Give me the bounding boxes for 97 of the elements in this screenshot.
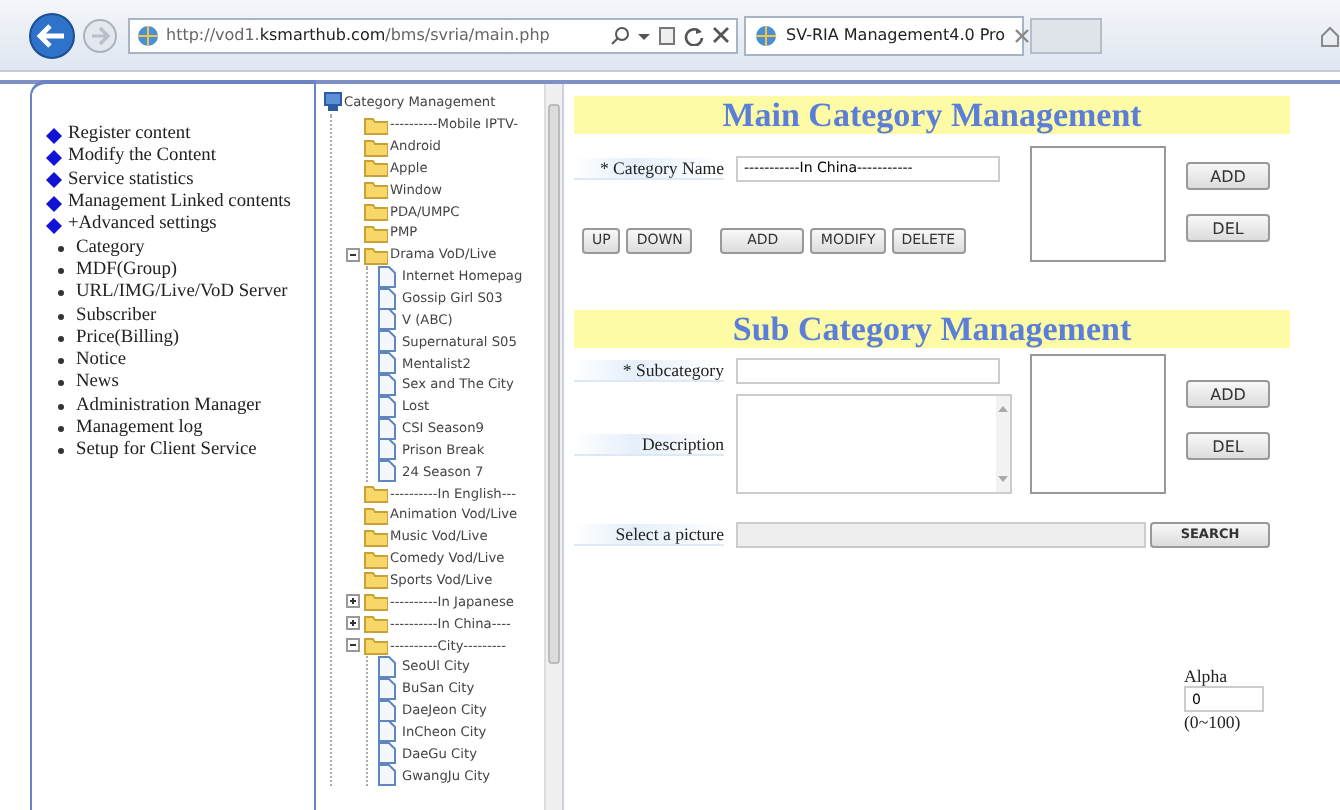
alpha-label: Alpha <box>1184 666 1227 686</box>
page-icon <box>376 742 400 765</box>
page-icon <box>376 677 400 700</box>
section-title: Sub Category Management <box>574 310 1290 348</box>
expand-icon[interactable] <box>346 594 360 609</box>
page-icon <box>376 395 400 418</box>
field-label: Select a picture <box>574 523 724 545</box>
close-icon[interactable] <box>712 26 730 44</box>
nav-link[interactable]: Category <box>76 237 145 260</box>
button[interactable]: DEL <box>1186 432 1270 460</box>
folder-icon <box>364 135 388 158</box>
button[interactable]: DEL <box>1186 214 1270 242</box>
nav-link[interactable]: News <box>76 372 119 395</box>
nav-link[interactable]: MDF(Group) <box>76 259 178 282</box>
alpha-range: (0~100) <box>1184 712 1241 732</box>
section-title: Main Category Management <box>574 96 1290 134</box>
scrollbar[interactable] <box>544 84 562 810</box>
nav-link[interactable]: +Advanced settings <box>68 214 217 237</box>
page-icon <box>376 330 400 353</box>
close-icon[interactable] <box>1013 27 1030 43</box>
folder-icon <box>364 568 388 591</box>
back-button[interactable] <box>28 11 76 59</box>
bullet-icon <box>58 380 64 387</box>
folder-icon <box>364 200 388 223</box>
page-icon[interactable] <box>658 25 676 45</box>
bullet-icon <box>58 403 64 410</box>
page-icon <box>376 352 400 375</box>
folder-icon <box>364 590 388 613</box>
nav-link[interactable]: Administration Manager <box>76 395 261 418</box>
folder-icon <box>364 178 388 201</box>
page-icon <box>376 720 400 743</box>
bullet-icon <box>58 313 64 320</box>
bullet-icon <box>58 290 64 297</box>
folder-icon <box>364 113 388 136</box>
list-box[interactable] <box>1030 146 1166 262</box>
folder-icon <box>364 243 388 266</box>
page-icon <box>376 287 400 310</box>
page-icon <box>376 308 400 331</box>
folder-icon <box>364 156 388 179</box>
bullet-icon <box>58 245 64 252</box>
folder-icon <box>364 547 388 570</box>
list-box[interactable] <box>1030 354 1166 494</box>
bullet-icon <box>58 358 64 365</box>
nav-link[interactable]: Setup for Client Service <box>76 440 257 463</box>
bullet-icon <box>58 267 64 274</box>
forward-button[interactable] <box>82 17 118 53</box>
nav-link[interactable]: Register content <box>68 124 191 147</box>
collapse-icon[interactable] <box>346 638 360 653</box>
description-field[interactable] <box>736 394 1012 494</box>
home-icon[interactable] <box>1320 23 1340 47</box>
browser-tab[interactable]: SV-RIA Management4.0 Pro <box>744 15 1024 55</box>
field-label: * Category Name <box>574 157 724 179</box>
scroll-up-icon[interactable] <box>998 404 1008 412</box>
scroll-thumb[interactable] <box>548 104 560 664</box>
collapse-icon[interactable] <box>346 247 360 262</box>
button[interactable]: ADD <box>1186 162 1270 190</box>
nav-link[interactable]: Management log <box>76 418 203 440</box>
page-icon <box>376 655 400 678</box>
nav-link[interactable]: Price(Billing) <box>76 327 180 350</box>
nav-link[interactable]: URL/IMG/Live/VoD Server <box>76 282 288 305</box>
nav-link[interactable]: Management Linked contents <box>68 192 291 215</box>
nav-link[interactable]: Service statistics <box>68 169 194 192</box>
bullet-icon <box>58 335 64 342</box>
field-label: * Subcategory <box>574 359 724 381</box>
nav-link[interactable]: Subscriber <box>76 305 157 328</box>
page-icon <box>376 460 400 483</box>
button[interactable]: ADD <box>1186 380 1270 408</box>
new-tab-button[interactable] <box>1030 17 1102 53</box>
expand-icon[interactable] <box>346 616 360 631</box>
page-icon <box>376 699 400 722</box>
url-text: http://vod1.ksmarthub.com/bms/svria/main.php <box>166 26 552 44</box>
globe-icon <box>136 23 160 47</box>
folder-icon <box>364 612 388 635</box>
folder-icon <box>364 221 388 244</box>
nav-link[interactable]: Modify the Content <box>68 146 216 169</box>
globe-icon <box>754 23 778 47</box>
page-icon <box>376 373 400 396</box>
page-icon <box>376 438 400 461</box>
folder-icon <box>364 525 388 548</box>
scroll-down-icon[interactable] <box>998 476 1008 484</box>
bullet-icon <box>58 426 64 432</box>
folder-icon <box>364 634 388 657</box>
subcategory-field[interactable] <box>736 357 1000 383</box>
tab-title: SV-RIA Management4.0 Pro <box>786 26 1006 44</box>
computer-icon <box>324 92 342 113</box>
field-label: Description <box>574 433 724 455</box>
refresh-icon[interactable] <box>684 25 704 45</box>
bullet-icon <box>58 448 64 455</box>
folder-icon <box>364 503 388 526</box>
picture-path-field[interactable] <box>736 521 1146 547</box>
page-icon <box>376 764 400 787</box>
address-bar[interactable]: http://vod1.ksmarthub.com/bms/svria/main.php <box>128 17 738 53</box>
page-icon <box>376 417 400 440</box>
folder-icon <box>364 482 388 505</box>
page-icon <box>376 265 400 288</box>
search-icon[interactable] <box>610 25 630 45</box>
nav-link[interactable]: Notice <box>76 350 126 373</box>
